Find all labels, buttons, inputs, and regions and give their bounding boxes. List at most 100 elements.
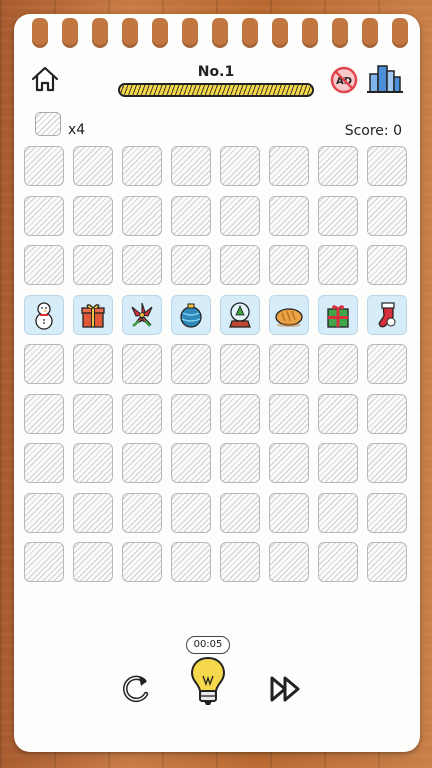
hidden-tile[interactable] <box>24 542 64 582</box>
hidden-tile[interactable] <box>269 195 309 236</box>
hidden-tile[interactable] <box>318 542 358 582</box>
hidden-tile[interactable] <box>24 245 64 285</box>
hidden-tile[interactable] <box>220 195 260 236</box>
hidden-tile[interactable] <box>220 443 260 483</box>
hidden-tile[interactable] <box>122 542 162 582</box>
binding-ring <box>152 18 168 48</box>
hidden-tile[interactable] <box>318 245 358 285</box>
hidden-tile[interactable] <box>171 393 211 434</box>
tile-grid <box>24 146 412 586</box>
hidden-tile[interactable] <box>220 344 260 384</box>
hidden-tile[interactable] <box>367 245 407 285</box>
hidden-tile[interactable] <box>367 344 407 384</box>
hidden-tile[interactable] <box>24 195 64 236</box>
revealed-tile[interactable] <box>122 294 162 335</box>
no-ads-button[interactable]: AD <box>330 66 358 94</box>
binding-ring <box>392 18 408 48</box>
hidden-tile[interactable] <box>73 146 113 186</box>
restart-icon <box>123 675 149 703</box>
hidden-tile[interactable] <box>220 542 260 582</box>
binding-ring <box>332 18 348 48</box>
score-label: Score: 0 <box>344 123 402 139</box>
hidden-tile[interactable] <box>24 492 64 533</box>
hidden-tile[interactable] <box>367 542 407 582</box>
hidden-tile[interactable] <box>24 146 64 186</box>
hidden-tile[interactable] <box>73 492 113 533</box>
revealed-tile[interactable] <box>318 294 358 335</box>
hidden-tile[interactable] <box>367 492 407 533</box>
hint-button[interactable] <box>188 654 228 708</box>
hidden-tile[interactable] <box>367 443 407 483</box>
hidden-tile[interactable] <box>318 146 358 186</box>
home-button[interactable] <box>30 64 60 94</box>
hidden-tile[interactable] <box>220 492 260 533</box>
hidden-tile[interactable] <box>171 344 211 384</box>
fast-forward-icon <box>270 676 300 702</box>
hidden-tile[interactable] <box>73 195 113 236</box>
binding-ring <box>182 18 198 48</box>
hidden-tile[interactable] <box>269 542 309 582</box>
city-button[interactable] <box>366 62 404 96</box>
stats-bar: x4 Score: 0 <box>0 110 432 139</box>
top-bar: No.1 AD <box>0 56 432 106</box>
hidden-tile[interactable] <box>73 542 113 582</box>
revealed-tile[interactable] <box>24 294 64 335</box>
hidden-tile[interactable] <box>122 195 162 236</box>
hidden-tile[interactable] <box>171 443 211 483</box>
gift-box-icon <box>81 303 105 328</box>
hidden-tile[interactable] <box>269 443 309 483</box>
hidden-tile[interactable] <box>318 492 358 533</box>
hidden-tile[interactable] <box>367 195 407 236</box>
hidden-tile[interactable] <box>171 195 211 236</box>
revealed-tile[interactable] <box>171 294 211 335</box>
hidden-tile[interactable] <box>269 344 309 384</box>
hidden-tile[interactable] <box>122 344 162 384</box>
hidden-tile[interactable] <box>171 542 211 582</box>
hidden-tile[interactable] <box>220 245 260 285</box>
progress-fill <box>120 85 312 95</box>
skip-button[interactable] <box>268 672 304 706</box>
lightbulb-icon <box>190 656 226 705</box>
hidden-tile[interactable] <box>318 195 358 236</box>
hidden-tile[interactable] <box>24 344 64 384</box>
hidden-tile[interactable] <box>122 443 162 483</box>
revealed-tile[interactable] <box>220 294 260 335</box>
hidden-tile[interactable] <box>318 393 358 434</box>
hidden-tile[interactable] <box>122 245 162 285</box>
restart-button[interactable] <box>120 672 154 706</box>
hidden-tile[interactable] <box>220 146 260 186</box>
hidden-tile[interactable] <box>318 443 358 483</box>
hidden-tile[interactable] <box>269 146 309 186</box>
hidden-tile[interactable] <box>171 146 211 186</box>
hidden-tile[interactable] <box>171 245 211 285</box>
hidden-tile[interactable] <box>269 393 309 434</box>
hidden-tile[interactable] <box>367 146 407 186</box>
hidden-tile[interactable] <box>73 344 113 384</box>
revealed-tile[interactable] <box>367 294 407 335</box>
hidden-tile[interactable] <box>269 492 309 533</box>
hidden-tile[interactable] <box>122 393 162 434</box>
snow-globe-icon <box>229 301 251 328</box>
hidden-tile[interactable] <box>318 344 358 384</box>
hidden-tile[interactable] <box>367 393 407 434</box>
revealed-tile[interactable] <box>73 294 113 335</box>
revealed-tile[interactable] <box>269 294 309 335</box>
binding-ring <box>212 18 228 48</box>
hidden-tile[interactable] <box>73 443 113 483</box>
hidden-tile[interactable] <box>73 245 113 285</box>
hidden-tile[interactable] <box>171 492 211 533</box>
hidden-tile[interactable] <box>220 393 260 434</box>
hidden-tile[interactable] <box>24 393 64 434</box>
hidden-tile[interactable] <box>24 443 64 483</box>
green-gift-icon <box>327 304 349 328</box>
hidden-tile[interactable] <box>269 245 309 285</box>
hidden-tile[interactable] <box>122 146 162 186</box>
binding-ring <box>62 18 78 48</box>
spiral-binding <box>0 0 432 60</box>
remaining-tile-icon <box>35 112 61 136</box>
binding-ring <box>242 18 258 48</box>
binding-ring <box>92 18 108 48</box>
hidden-tile[interactable] <box>122 492 162 533</box>
hidden-tile[interactable] <box>73 393 113 434</box>
no-ads-icon: AD <box>330 66 358 94</box>
